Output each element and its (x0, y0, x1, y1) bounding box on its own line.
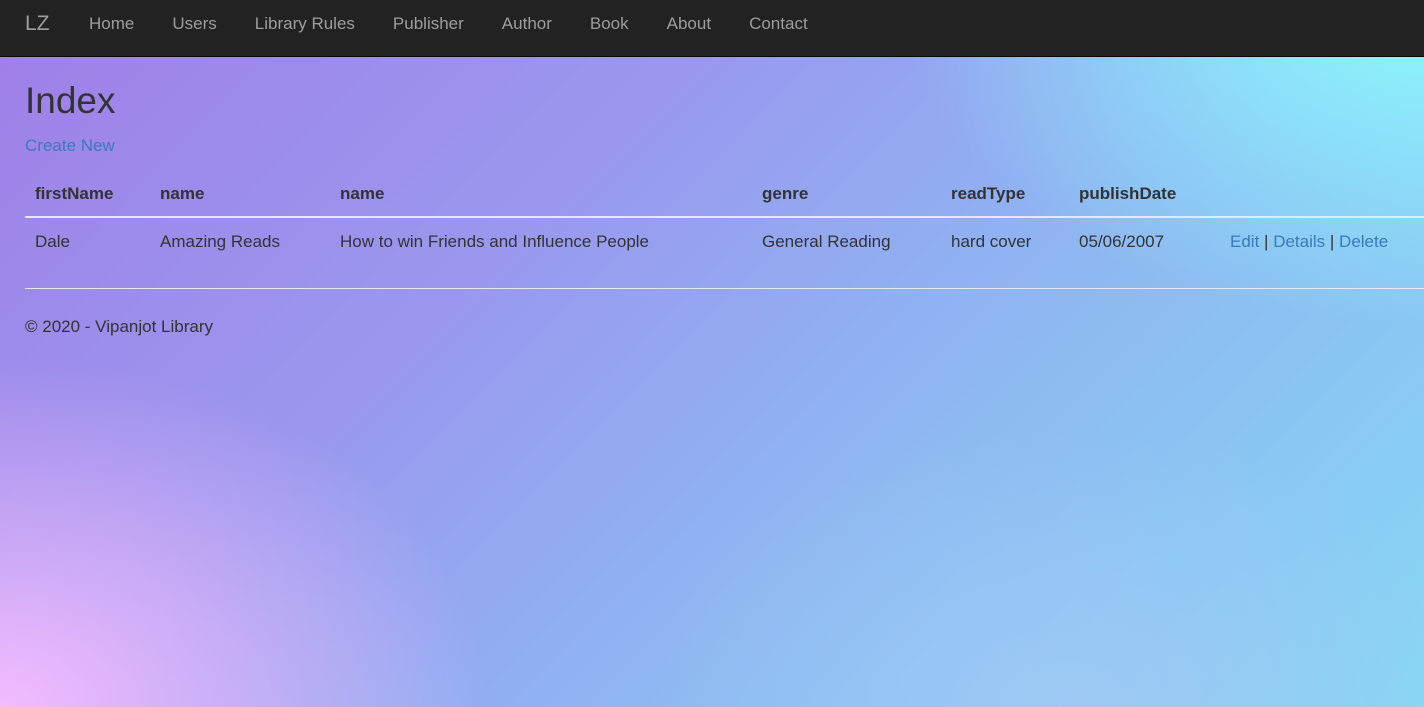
details-link[interactable]: Details (1273, 232, 1325, 251)
footer-copyright: © 2020 - Vipanjot Library (25, 317, 213, 336)
table-body: Dale Amazing Reads How to win Friends an… (25, 217, 1424, 265)
header-firstname: firstName (25, 172, 150, 218)
nav-link-home[interactable]: Home (70, 0, 153, 48)
footer-divider (25, 288, 1424, 289)
delete-link[interactable]: Delete (1339, 232, 1388, 251)
header-readtype: readType (941, 172, 1069, 218)
table-header: firstName name name genre readType publi… (25, 172, 1424, 218)
cell-publishdate: 05/06/2007 (1079, 232, 1165, 251)
nav-link-about[interactable]: About (648, 0, 730, 48)
header-actions (1220, 172, 1424, 218)
nav-item-author: Author (483, 0, 571, 50)
nav-item-users: Users (153, 0, 235, 50)
nav-item-publisher: Publisher (374, 0, 483, 50)
header-publishdate: publishDate (1069, 172, 1220, 218)
action-separator: | (1264, 232, 1269, 251)
nav-link-users[interactable]: Users (153, 0, 235, 48)
nav-item-contact: Contact (730, 0, 827, 50)
cell-firstname: Dale (35, 232, 70, 251)
brand-link[interactable]: LZ (25, 12, 50, 36)
header-genre: genre (752, 172, 941, 218)
create-new-link[interactable]: Create New (25, 135, 115, 157)
books-table: firstName name name genre readType publi… (25, 172, 1424, 265)
cell-actions: Edit | Details | Delete (1220, 217, 1424, 265)
nav-link-library-rules[interactable]: Library Rules (236, 0, 374, 48)
top-navbar: LZ Home Users Library Rules Publisher Au… (0, 0, 1424, 57)
nav-item-library-rules: Library Rules (236, 0, 374, 50)
cell-readtype: hard cover (951, 232, 1032, 251)
table-row: Dale Amazing Reads How to win Friends an… (25, 217, 1424, 265)
nav-link-author[interactable]: Author (483, 0, 571, 48)
nav-item-book: Book (571, 0, 648, 50)
edit-link[interactable]: Edit (1230, 232, 1259, 251)
cell-publisher-name: Amazing Reads (160, 232, 281, 251)
nav-item-about: About (648, 0, 730, 50)
table-header-row: firstName name name genre readType publi… (25, 172, 1424, 218)
header-publisher-name: name (150, 172, 330, 218)
nav-item-home: Home (70, 0, 153, 50)
cell-genre: General Reading (762, 232, 891, 251)
nav-link-book[interactable]: Book (571, 0, 648, 48)
header-book-name: name (330, 172, 752, 218)
cell-book-name: How to win Friends and Influence People (340, 232, 650, 251)
nav-link-contact[interactable]: Contact (730, 0, 827, 48)
page-title: Index (25, 80, 116, 121)
nav-link-publisher[interactable]: Publisher (374, 0, 483, 48)
nav-menu: Home Users Library Rules Publisher Autho… (70, 0, 827, 50)
action-separator: | (1329, 232, 1335, 251)
